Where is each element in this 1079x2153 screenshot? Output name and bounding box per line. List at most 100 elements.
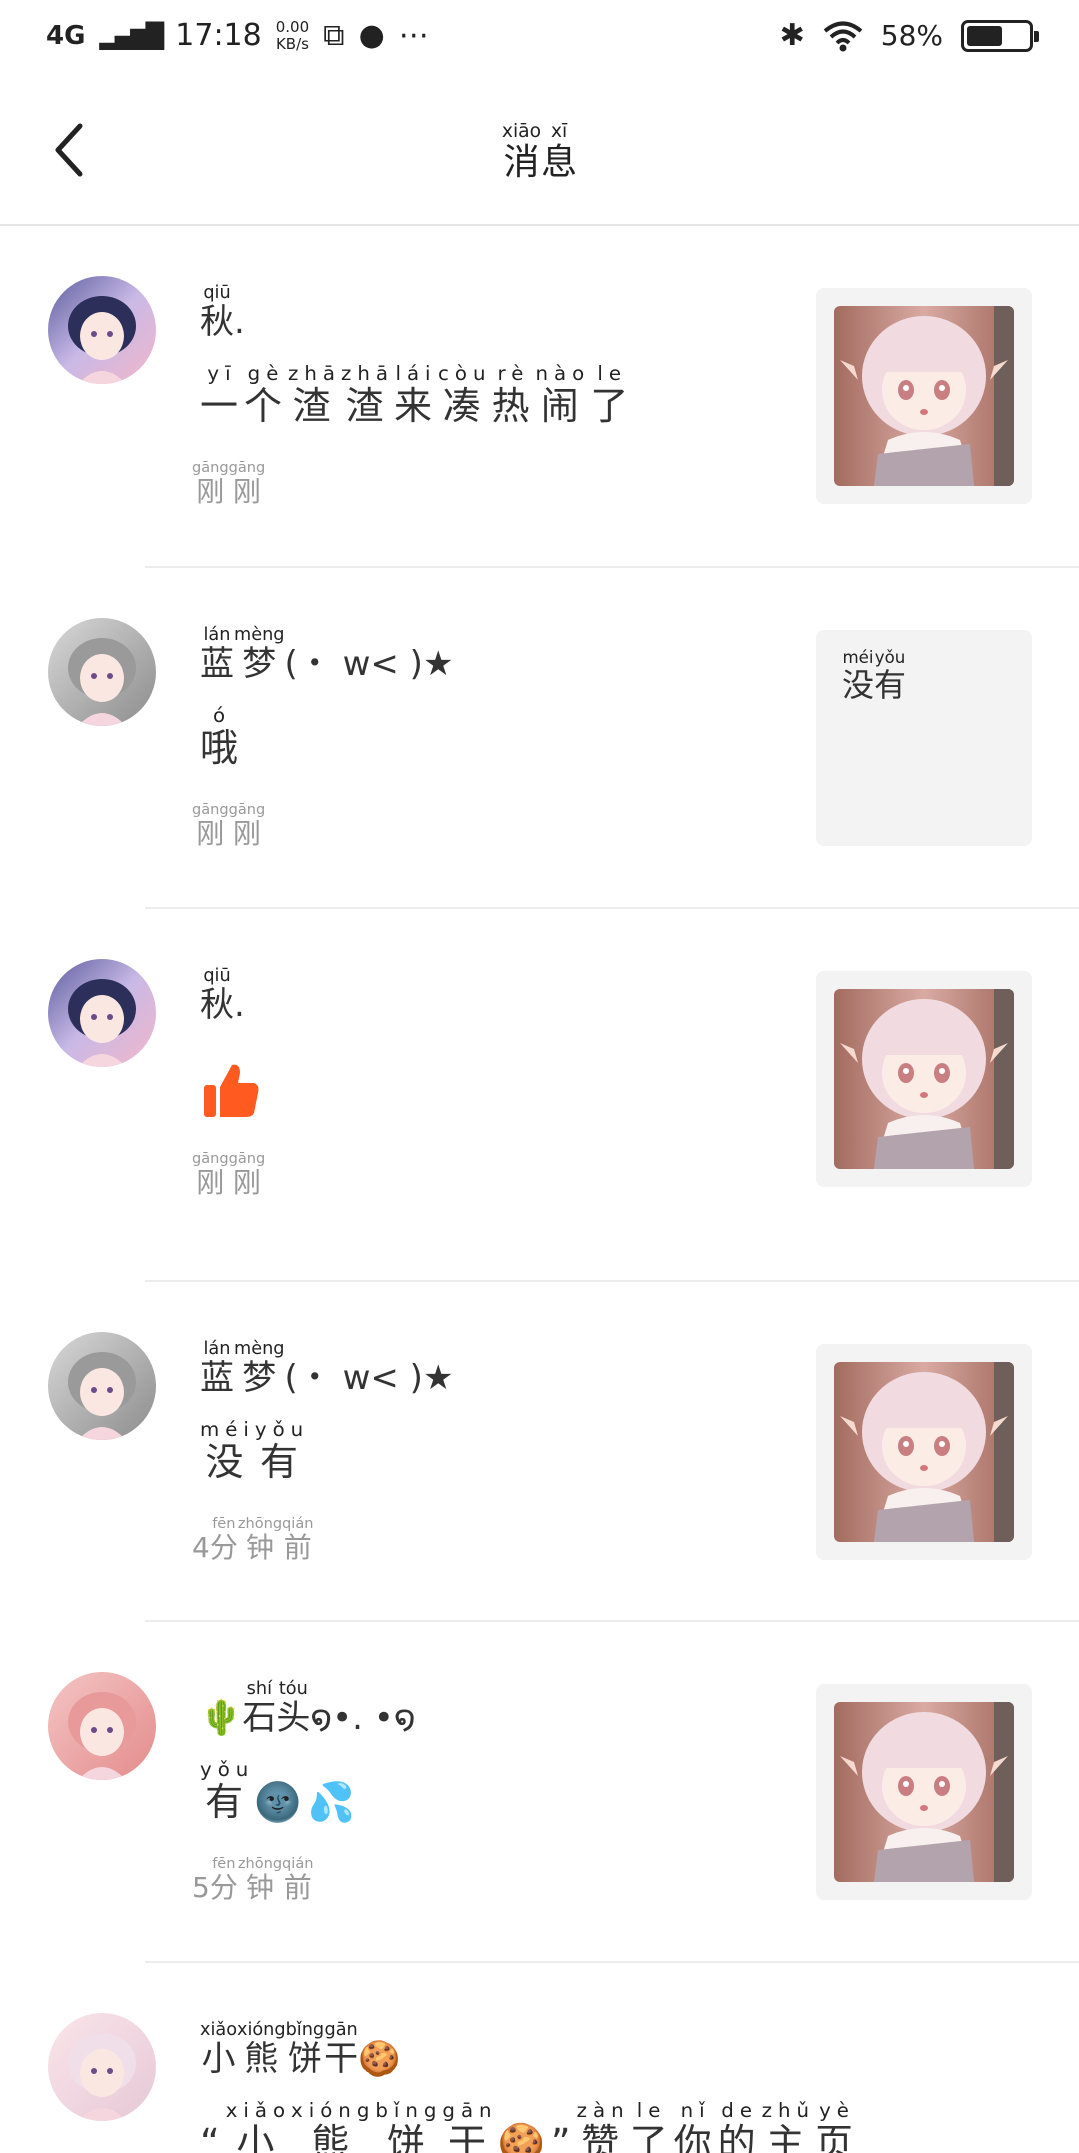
pinyin: yè <box>815 2099 860 2122</box>
message-time: 刚gāng刚gāng <box>192 459 266 510</box>
ruby-char: 熊xióng <box>291 2099 376 2153</box>
ruby-char: 干gān <box>324 2020 358 2079</box>
anime-girl-thumbnail <box>834 306 1014 486</box>
post-thumbnail[interactable] <box>816 1344 1032 1560</box>
pinyin: gāng <box>192 801 229 818</box>
avatar[interactable] <box>48 1672 156 1780</box>
char: 干 <box>442 2121 498 2153</box>
pinyin: qián <box>282 1855 314 1872</box>
anime-girl-thumbnail <box>834 989 1014 1169</box>
pinyin: méi <box>200 1418 255 1441</box>
ruby-char: 赞zàn <box>576 2099 630 2153</box>
pinyin: yǒu <box>200 1758 255 1781</box>
pinyin: zhǔ <box>761 2099 816 2122</box>
message-text: 一yī个gè渣zhā渣zhā来lái凑còu热rè闹nào了le <box>200 362 634 430</box>
ruby-char: 刚gāng <box>192 801 229 850</box>
char: (・ w< )★ <box>284 1358 454 1398</box>
message-row[interactable]: 蓝lán梦mèng(・ w< )★ 没méi有yǒu 4分fēn钟zhōng前qiá… <box>0 1282 1079 1622</box>
sender-name[interactable]: 小xiǎo熊xióng饼bǐng干gān🍪 <box>200 2020 401 2080</box>
post-thumbnail[interactable]: 没méi有yǒu <box>816 630 1032 846</box>
avatar[interactable] <box>48 1332 156 1440</box>
message-row[interactable]: 秋qiū. 刚gāng刚gāng <box>0 909 1079 1282</box>
ruby-char: 渣zhā <box>288 362 341 428</box>
char: 饼 <box>375 2121 443 2153</box>
ruby-char: 了le <box>629 2099 674 2153</box>
char: 个 <box>244 384 289 428</box>
ruby-char: 🌵 <box>200 1698 242 1738</box>
pinyin: lái <box>394 362 439 385</box>
post-thumbnail[interactable] <box>816 971 1032 1187</box>
char: 有 <box>874 666 907 704</box>
ruby-char: 没méi <box>200 1418 255 1484</box>
char: 了 <box>629 2121 674 2153</box>
ruby-char: 小xiǎo <box>200 2020 237 2079</box>
sender-name[interactable]: 🌵石shí头tóu໑•. •໑ <box>200 1679 416 1739</box>
pinyin: gān <box>324 2020 359 2040</box>
ruby-char: 哦ó <box>200 704 244 770</box>
message-row[interactable]: 🌵石shí头tóu໑•. •໑ 有yǒu🌚💦 5分fēn钟zhōng前qián <box>0 1622 1079 1963</box>
char: 刚 <box>192 1166 229 1199</box>
pinyin: shí <box>242 1679 277 1699</box>
char: 小 <box>225 2121 292 2153</box>
thumbnail-image <box>834 1702 1014 1882</box>
sender-name[interactable]: 蓝lán梦mèng(・ w< )★ <box>200 625 454 685</box>
pinyin: xióng <box>237 2020 286 2040</box>
message-time: 5分fēn钟zhōng前qián <box>192 1855 314 1906</box>
ruby-char: 5 <box>192 1871 210 1904</box>
char: 熊 <box>237 2039 286 2079</box>
char: 没 <box>200 1440 255 1484</box>
speed-value: 0.00 <box>275 17 310 36</box>
avatar[interactable] <box>48 276 156 384</box>
char: 渣 <box>341 384 394 428</box>
avatar[interactable] <box>48 618 156 726</box>
post-thumbnail[interactable] <box>816 288 1032 504</box>
thumbnail-text: 没méi有yǒu <box>842 648 907 706</box>
message-time: 刚gāng刚gāng <box>192 1150 266 1201</box>
ruby-char: 来lái <box>394 362 438 428</box>
ruby-char: 钟zhōng <box>238 1855 282 1904</box>
char: 的 <box>717 2121 762 2153</box>
ruby-char: 梦mèng <box>234 1339 285 1398</box>
char: . <box>234 985 245 1025</box>
pinyin: de <box>717 2099 762 2122</box>
message-text: 哦ó <box>200 704 244 772</box>
post-thumbnail[interactable] <box>816 1684 1032 1900</box>
message-time: 4分fēn钟zhōng前qián <box>192 1515 314 1566</box>
pinyin: fēn <box>209 1515 238 1532</box>
pinyin: qián <box>282 1515 314 1532</box>
pinyin: rè <box>491 362 536 385</box>
ruby-char: 分fēn <box>209 1515 238 1564</box>
pinyin: gāng <box>228 1150 266 1167</box>
ruby-char: 凑còu <box>438 362 491 428</box>
char: 4 <box>192 1531 210 1564</box>
ruby-char: (・ w< )★ <box>285 644 454 684</box>
char: 分 <box>209 1871 238 1904</box>
char: 分 <box>209 1531 238 1564</box>
pinyin: bǐng <box>375 2099 443 2122</box>
avatar[interactable] <box>48 2013 156 2121</box>
ruby-char: 页yè <box>815 2099 859 2153</box>
pinyin: yī <box>200 362 244 385</box>
char: 熊 <box>291 2121 376 2153</box>
char: 前 <box>282 1531 314 1564</box>
pinyin: xiǎo <box>225 2099 292 2122</box>
ruby-char: 刚gāng <box>192 1150 229 1199</box>
sender-name[interactable]: 蓝lán梦mèng(・ w< )★ <box>200 1339 454 1399</box>
char: 有 <box>254 1440 310 1484</box>
message-row[interactable]: 蓝lán梦mèng(・ w< )★ 哦ó 刚gāng刚gāng 没méi有yǒu <box>0 568 1079 909</box>
pinyin: gāng <box>192 1150 229 1167</box>
sender-name[interactable]: 秋qiū. <box>200 283 245 343</box>
ruby-char: (・ w< )★ <box>285 1358 454 1398</box>
char: 赞 <box>576 2121 630 2153</box>
message-row[interactable]: 秋qiū. 一yī个gè渣zhā渣zhā来lái凑còu热rè闹nào了le 刚gā… <box>0 226 1079 568</box>
sender-name[interactable]: 秋qiū. <box>200 966 245 1026</box>
ruby-char: 刚gāng <box>229 459 266 508</box>
char: 刚 <box>192 475 229 508</box>
char: 🌵 <box>200 1698 243 1738</box>
avatar[interactable] <box>48 959 156 1067</box>
char: 5 <box>192 1871 210 1904</box>
ruby-char: 小xiǎo <box>225 2099 292 2153</box>
ruby-char: 主zhǔ <box>762 2099 815 2153</box>
pinyin: mèng <box>234 625 285 645</box>
message-row[interactable]: 小xiǎo熊xióng饼bǐng干gān🍪 “小xiǎo熊xióng饼bǐng干g… <box>0 1963 1079 2153</box>
